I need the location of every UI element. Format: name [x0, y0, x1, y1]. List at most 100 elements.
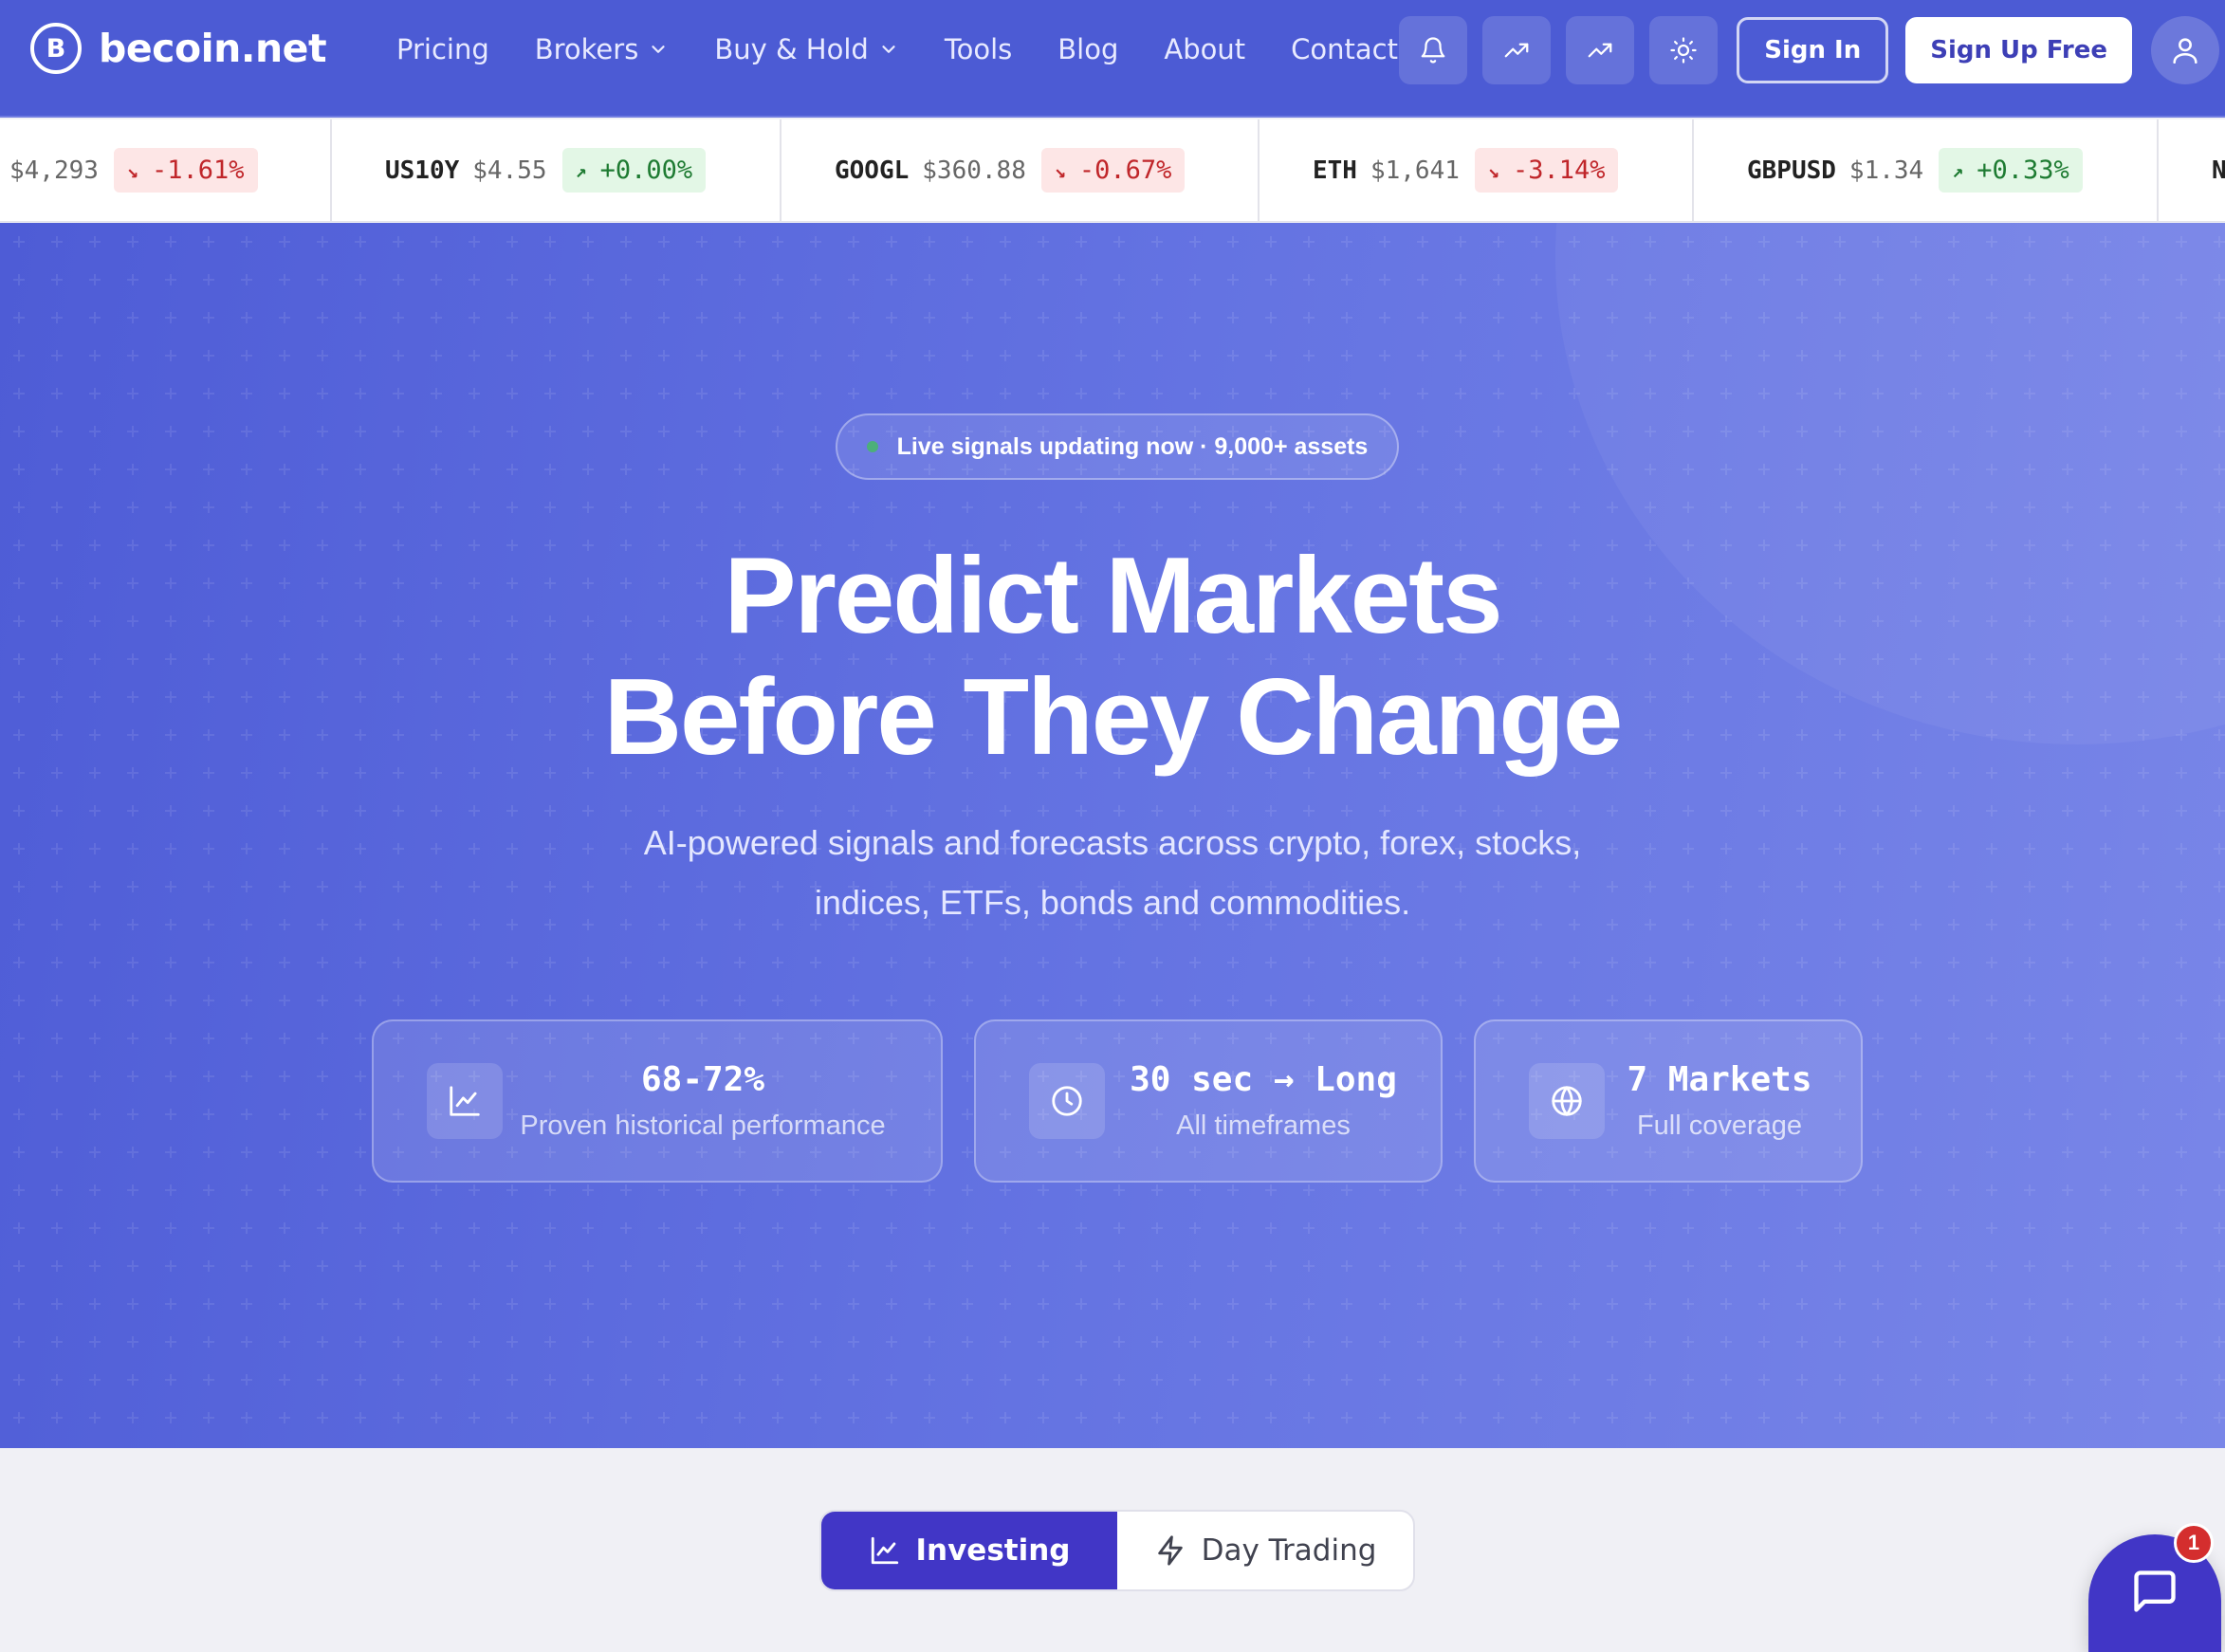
- ticker-change-value: +0.33%: [1977, 156, 2069, 185]
- stat-icon-box: [1529, 1063, 1605, 1139]
- ticker-change-value: -3.14%: [1512, 156, 1606, 185]
- tab-day-trading-label: Day Trading: [1201, 1533, 1377, 1568]
- stat-card-markets: 7 Markets Full coverage: [1474, 1019, 1863, 1183]
- chat-unread-badge: 1: [2174, 1523, 2214, 1563]
- sign-in-button[interactable]: Sign In: [1737, 17, 1889, 83]
- stat-card-timeframes: 30 sec → Long All timeframes: [974, 1019, 1443, 1183]
- nav-link-label: Contact: [1291, 33, 1398, 65]
- chat-bubble-icon: [2134, 1570, 2176, 1612]
- subtitle-line-1: AI-powered signals and forecasts across …: [643, 823, 1582, 862]
- hero-headline: Predict Markets Before They Change: [0, 536, 2225, 779]
- stat-body: 7 Markets Full coverage: [1605, 1060, 1861, 1142]
- nav-actions: Sign In Sign Up Free: [1399, 16, 2225, 84]
- top-navbar: B becoin.net Pricing Brokers Buy & Hold …: [0, 0, 2225, 118]
- ticker-price: $360.88: [922, 156, 1026, 185]
- chevron-down-icon: [882, 46, 895, 53]
- tab-day-trading[interactable]: Day Trading: [1117, 1512, 1413, 1589]
- stat-icon-box: [427, 1063, 503, 1139]
- nav-link-pricing[interactable]: Pricing: [396, 33, 489, 65]
- ticker-price: $1,641: [1370, 156, 1460, 185]
- theme-toggle-button[interactable]: [1649, 16, 1719, 84]
- line-chart-icon: [871, 1536, 898, 1565]
- ticker-price: $4.55: [472, 156, 547, 185]
- hero-section: Live signals updating now · 9,000+ asset…: [0, 223, 2225, 1448]
- user-menu-button[interactable]: [2151, 16, 2219, 84]
- headline-line-2: Before They Change: [603, 657, 1624, 778]
- nav-link-label: About: [1164, 33, 1246, 65]
- ticker-symbol: US10Y: [385, 156, 460, 185]
- user-icon: [2173, 38, 2197, 64]
- line-chart-icon: [450, 1086, 480, 1116]
- stat-icon-box: [1029, 1063, 1105, 1139]
- ticker-symbol: N: [2212, 156, 2225, 185]
- ticker-item[interactable]: ETH $1,641 ↘ -3.14%: [1260, 119, 1694, 221]
- stat-value: 30 sec → Long: [1130, 1060, 1397, 1099]
- ticker-price: $4,293: [9, 156, 99, 185]
- bell-icon: [1421, 37, 1445, 64]
- ticker-symbol: ETH: [1313, 156, 1357, 185]
- ticker-change: ↘ -1.61%: [113, 148, 258, 193]
- nav-link-contact[interactable]: Contact: [1291, 33, 1398, 65]
- stat-value: 68-72%: [640, 1060, 765, 1099]
- chevron-down-icon: [652, 46, 665, 53]
- sign-up-button[interactable]: Sign Up Free: [1905, 17, 2132, 83]
- ticker-item[interactable]: GBPUSD $1.34 ↗ +0.33%: [1694, 119, 2159, 221]
- signals-button[interactable]: [1566, 16, 1635, 84]
- globe-icon: [1552, 1086, 1582, 1116]
- nav-links: Pricing Brokers Buy & Hold Tools Blog Ab…: [396, 0, 1443, 99]
- ticker-change: ↗ +0.00%: [561, 148, 707, 193]
- arrow-down-icon: ↘: [1487, 158, 1499, 182]
- stat-value: 7 Markets: [1627, 1060, 1812, 1099]
- ticker-change-value: +0.00%: [599, 156, 693, 185]
- trending-up-icon: [1588, 43, 1612, 58]
- ticker-price: $1.34: [1848, 156, 1924, 185]
- nav-link-label: Brokers: [534, 33, 639, 65]
- nav-link-tools[interactable]: Tools: [945, 33, 1012, 65]
- ticker-symbol: GOOGL: [835, 156, 910, 185]
- subtitle-line-2: indices, ETFs, bonds and commodities.: [814, 883, 1411, 922]
- lightning-icon: [1157, 1535, 1183, 1566]
- nav-link-about[interactable]: About: [1164, 33, 1245, 65]
- price-ticker: $4,293 ↘ -1.61% US10Y $4.55 ↗ +0.00% GOOGL…: [0, 119, 2225, 222]
- ticker-symbol: GBPUSD: [1747, 156, 1836, 185]
- ticker-change-value: -1.61%: [151, 156, 245, 185]
- sun-icon: [1670, 37, 1697, 64]
- nav-link-label: Blog: [1057, 33, 1119, 65]
- nav-link-label: Tools: [944, 33, 1013, 65]
- nav-link-brokers[interactable]: Brokers: [535, 33, 670, 65]
- ticker-item[interactable]: US10Y $4.55 ↗ +0.00%: [332, 119, 782, 221]
- hero-subtitle: AI-powered signals and forecasts across …: [591, 813, 1634, 932]
- arrow-up-icon: ↗: [575, 158, 587, 182]
- ticker-item[interactable]: N: [2159, 119, 2225, 221]
- ticker-change: ↘ -0.67%: [1040, 148, 1186, 193]
- nav-link-blog[interactable]: Blog: [1057, 33, 1118, 65]
- nav-link-label: Buy & Hold: [714, 33, 869, 65]
- stat-card-performance: 68-72% Proven historical performance: [372, 1019, 943, 1183]
- trending-button[interactable]: [1482, 16, 1552, 84]
- live-signals-text: Live signals updating now · 9,000+ asset…: [896, 432, 1369, 460]
- arrow-down-icon: ↘: [126, 158, 138, 182]
- ticker-item[interactable]: $4,293 ↘ -1.61%: [0, 119, 332, 221]
- brand-logo: B: [30, 23, 82, 74]
- tab-investing-label: Investing: [915, 1533, 1071, 1568]
- ticker-change: ↗ +0.33%: [1939, 148, 2083, 193]
- stat-label: Full coverage: [1636, 1111, 1803, 1141]
- arrow-up-icon: ↗: [1952, 158, 1964, 182]
- tab-investing[interactable]: Investing: [821, 1512, 1117, 1589]
- headline-line-1: Predict Markets: [724, 536, 1502, 656]
- nav-link-buy-hold[interactable]: Buy & Hold: [714, 33, 899, 65]
- stat-body: 68-72% Proven historical performance: [503, 1060, 941, 1142]
- ticker-change: ↘ -3.14%: [1474, 148, 1619, 193]
- trending-up-icon: [1504, 43, 1529, 58]
- ticker-item[interactable]: GOOGL $360.88 ↘ -0.67%: [782, 119, 1260, 221]
- brand[interactable]: B becoin.net: [30, 23, 327, 74]
- arrow-down-icon: ↘: [1054, 158, 1066, 182]
- clock-icon: [1052, 1086, 1082, 1116]
- stat-label: All timeframes: [1176, 1111, 1351, 1141]
- notifications-button[interactable]: [1399, 16, 1468, 84]
- live-dot-icon: [866, 441, 878, 452]
- stat-label: Proven historical performance: [520, 1111, 886, 1141]
- brand-name: becoin.net: [99, 26, 327, 71]
- nav-link-label: Pricing: [396, 33, 489, 65]
- mode-switch: Investing Day Trading: [819, 1510, 1415, 1591]
